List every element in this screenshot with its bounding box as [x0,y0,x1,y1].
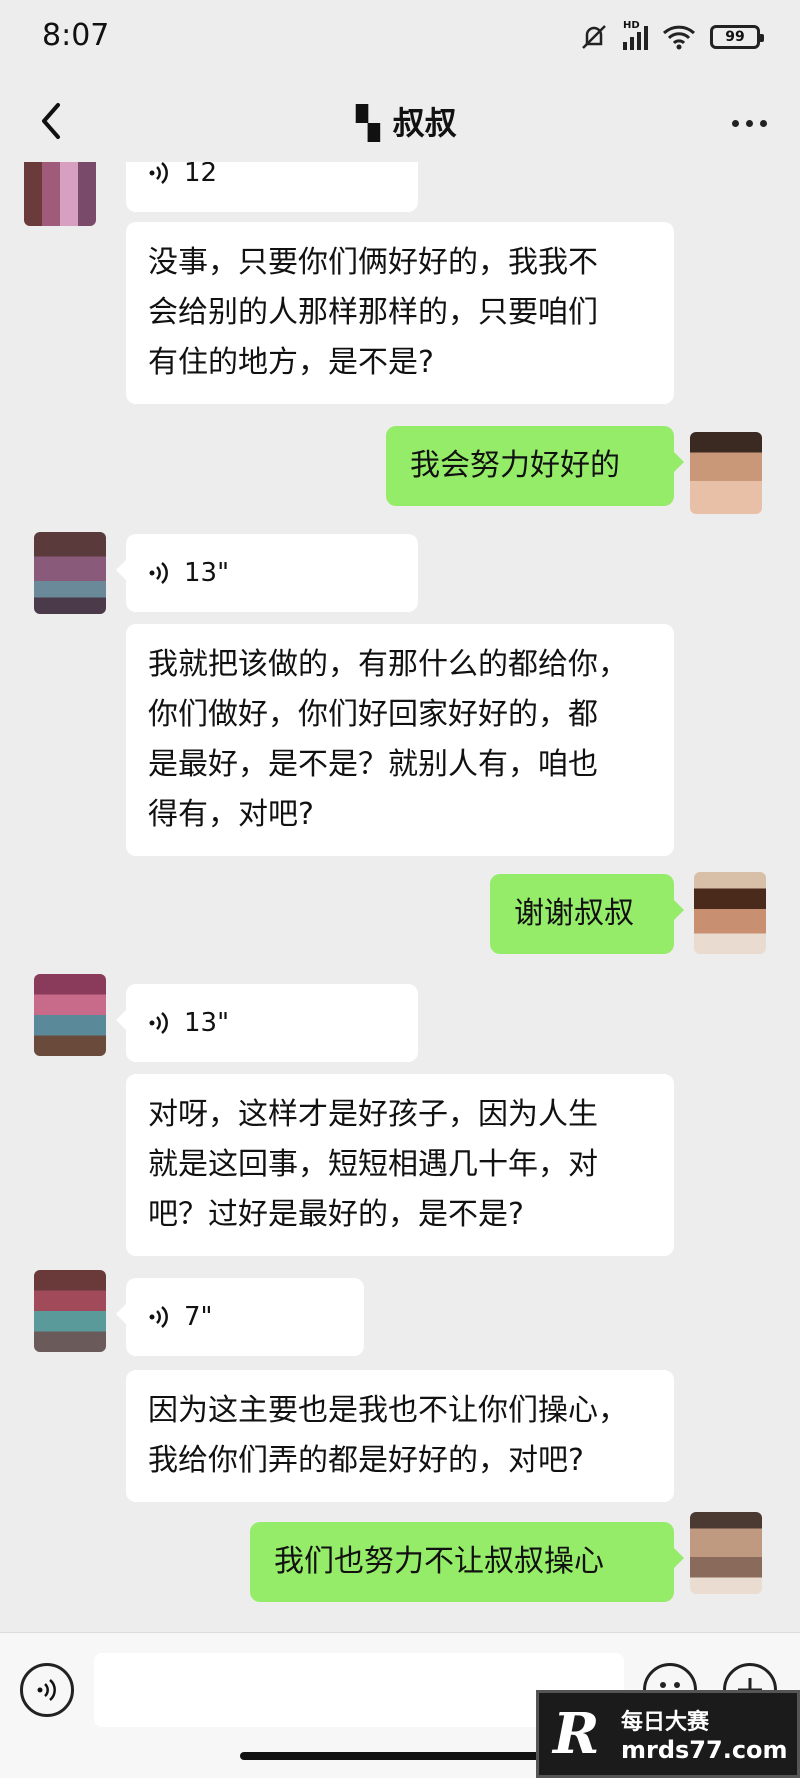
voice-message[interactable]: 12 [126,162,418,212]
message-line: 会给别的人那样那样的，只要咱们 [148,295,598,330]
status-icons: HD 99 [579,20,764,52]
voice-duration: 12 [184,162,218,188]
wifi-icon [662,25,696,50]
text-message[interactable]: 对呀，这样才是好孩子，因为人生 就是这回事，短短相遇几十年，对 吧？过好是最好的… [126,1074,674,1256]
text-message[interactable]: 我就把该做的，有那什么的都给你， 你们做好，你们好回家好好的，都 是最好，是不是… [126,624,674,856]
text-message-mine[interactable]: 我会努力好好的 [386,426,684,506]
chat-header: ▝▖叔叔 [0,80,800,162]
status-time: 8:07 [42,18,110,53]
contact-avatar[interactable] [24,162,96,226]
home-indicator[interactable] [240,1752,560,1760]
voice-duration: 13" [184,558,230,588]
voice-input-toggle[interactable] [20,1663,74,1717]
voice-message[interactable]: 13" [116,534,418,612]
message-line: 吧？过好是最好的，是不是? [148,1197,524,1232]
network-label: HD [623,20,640,31]
message-line: 是最好，是不是？就别人有，咱也 [148,747,598,782]
more-dot-icon [759,119,767,127]
battery-level: 99 [725,29,745,45]
message-line: 得有，对吧? [148,797,314,832]
message-line: 我就把该做的，有那什么的都给你， [148,647,628,682]
my-avatar[interactable] [690,1512,762,1594]
contact-avatar[interactable] [34,974,106,1056]
text-message[interactable]: 因为这主要也是我也不让你们操心， 我给你们弄的都是好好的，对吧? [126,1370,674,1502]
message-line: 因为这主要也是我也不让你们操心， [148,1393,628,1428]
watermark-url: mrds77.com [621,1736,788,1764]
more-dot-icon [745,119,753,127]
message-line: 没事，只要你们俩好好的，我我不 [148,245,598,280]
signal-icon: HD [623,20,648,50]
message-line: 你们做好，你们好回家好好的，都 [148,697,598,732]
voice-duration: 13" [184,1008,230,1038]
status-bar: 8:07 HD 99 [0,0,800,80]
message-line: 对呀，这样才是好孩子，因为人生 [148,1097,598,1132]
chat-title: ▝▖叔叔 [343,104,457,142]
voice-wave-icon [149,1306,168,1328]
message-line: 就是这回事，短短相遇几十年，对 [148,1147,598,1182]
message-line: 我们也努力不让叔叔操心 [274,1544,604,1579]
contact-avatar[interactable] [34,532,106,614]
contact-avatar[interactable] [34,1270,106,1352]
voice-wave-icon [149,562,168,584]
voice-message[interactable]: 7" [116,1278,364,1356]
message-line: 我会努力好好的 [410,448,620,483]
my-avatar[interactable] [694,872,766,954]
more-dot-icon [731,119,739,127]
text-message-mine[interactable]: 谢谢叔叔 [490,874,684,954]
voice-wave-icon [37,1679,56,1701]
message-line: 我给你们弄的都是好好的，对吧? [148,1443,584,1478]
voice-message[interactable]: 13" [116,984,418,1062]
my-avatar[interactable] [690,432,762,514]
watermark-logo-icon: R [553,1701,600,1767]
watermark-name: 每日大赛 [621,1710,710,1735]
text-message-mine[interactable]: 我们也努力不让叔叔操心 [250,1522,684,1602]
more-button[interactable] [724,98,774,148]
voice-wave-icon [149,162,168,184]
message-line: 有住的地方，是不是? [148,345,434,380]
battery-icon: 99 [710,25,764,49]
message-line: 谢谢叔叔 [514,896,634,931]
mute-bell-icon [582,25,606,49]
voice-duration: 7" [184,1302,213,1332]
text-message[interactable]: 没事，只要你们俩好好的，我我不 会给别的人那样那样的，只要咱们 有住的地方，是不… [126,222,674,404]
watermark: R 每日大赛 mrds77.com [536,1690,800,1778]
voice-wave-icon [149,1012,168,1034]
watermark-text: 每日大赛 mrds77.com [621,1704,788,1764]
chat-messages[interactable]: 12 没事，只要你们俩好好的，我我不 会给别的人那样那样的，只要咱们 有住的地方… [0,162,800,1632]
